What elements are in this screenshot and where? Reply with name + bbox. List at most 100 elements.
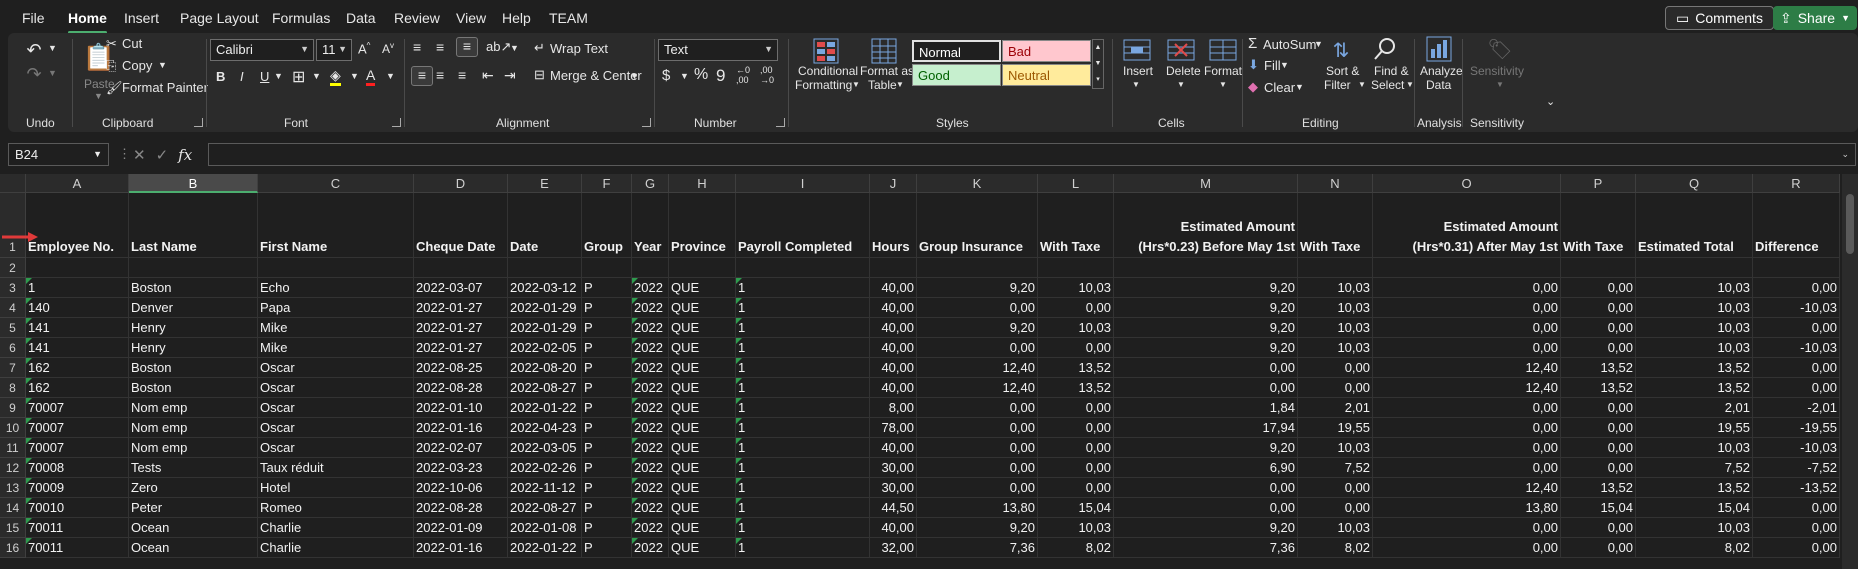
column-header-o[interactable]: O: [1373, 174, 1561, 193]
table-cell[interactable]: 13,52: [1636, 478, 1753, 498]
table-cell[interactable]: P: [582, 358, 632, 378]
table-cell[interactable]: 13,52: [1561, 378, 1636, 398]
header-cell[interactable]: Cheque Date: [414, 193, 508, 258]
empty-cell[interactable]: [414, 258, 508, 278]
redo-dropdown-icon[interactable]: ▼: [48, 68, 57, 78]
table-cell[interactable]: 1: [736, 398, 870, 418]
table-cell[interactable]: Oscar: [258, 438, 414, 458]
sensitivity-button[interactable]: Sensitivity: [1470, 64, 1524, 78]
table-cell[interactable]: 0,00: [917, 398, 1038, 418]
increase-indent-icon[interactable]: ⇥: [504, 67, 516, 84]
table-cell[interactable]: 8,00: [870, 398, 917, 418]
table-cell[interactable]: 10,03: [1636, 338, 1753, 358]
analyze-data-label-2[interactable]: Data: [1426, 78, 1451, 92]
increase-font-icon[interactable]: A^: [358, 41, 370, 56]
table-cell[interactable]: 0,00: [1298, 498, 1373, 518]
align-left-icon[interactable]: ≡: [411, 66, 433, 86]
chevron-down-icon[interactable]: ▼: [896, 80, 904, 89]
table-cell[interactable]: Henry: [129, 318, 258, 338]
table-cell[interactable]: 13,52: [1636, 358, 1753, 378]
row-header-11[interactable]: 11: [0, 438, 26, 458]
empty-cell[interactable]: [1373, 258, 1561, 278]
enter-icon[interactable]: ✓: [156, 146, 169, 164]
table-cell[interactable]: 2022-01-10: [414, 398, 508, 418]
fill-button[interactable]: Fill: [1264, 58, 1281, 73]
table-cell[interactable]: 1,84: [1114, 398, 1298, 418]
table-cell[interactable]: QUE: [669, 478, 736, 498]
table-cell[interactable]: Boston: [129, 358, 258, 378]
table-cell[interactable]: P: [582, 498, 632, 518]
table-cell[interactable]: 2022: [632, 338, 669, 358]
table-cell[interactable]: 0,00: [917, 438, 1038, 458]
table-cell[interactable]: -2,01: [1753, 398, 1840, 418]
table-cell[interactable]: 0,00: [1561, 438, 1636, 458]
table-cell[interactable]: 2022-02-05: [508, 338, 582, 358]
table-cell[interactable]: QUE: [669, 538, 736, 558]
table-cell[interactable]: 13,52: [1038, 358, 1114, 378]
table-cell[interactable]: 0,00: [1114, 378, 1298, 398]
table-cell[interactable]: Nom emp: [129, 418, 258, 438]
table-cell[interactable]: Echo: [258, 278, 414, 298]
row-header-9[interactable]: 9: [0, 398, 26, 418]
table-cell[interactable]: P: [582, 338, 632, 358]
row-header-12[interactable]: 12: [0, 458, 26, 478]
menu-page-layout[interactable]: Page Layout: [180, 10, 259, 26]
table-cell[interactable]: 70009: [26, 478, 129, 498]
vertical-scrollbar[interactable]: [1842, 174, 1858, 569]
table-cell[interactable]: 2022-11-12: [508, 478, 582, 498]
chevron-down-icon[interactable]: ▼: [1358, 80, 1366, 89]
table-cell[interactable]: 1: [736, 438, 870, 458]
table-cell[interactable]: 78,00: [870, 418, 917, 438]
menu-insert[interactable]: Insert: [124, 10, 159, 26]
table-cell[interactable]: 2022-01-22: [508, 398, 582, 418]
table-cell[interactable]: QUE: [669, 338, 736, 358]
table-cell[interactable]: 0,00: [1561, 418, 1636, 438]
table-cell[interactable]: 0,00: [1753, 318, 1840, 338]
table-cell[interactable]: 0,00: [1298, 358, 1373, 378]
align-center-icon[interactable]: ≡: [436, 67, 444, 83]
table-cell[interactable]: 0,00: [1373, 418, 1561, 438]
table-cell[interactable]: 10,03: [1636, 518, 1753, 538]
table-cell[interactable]: QUE: [669, 378, 736, 398]
find-select-label-2[interactable]: Select: [1371, 78, 1404, 92]
table-cell[interactable]: QUE: [669, 438, 736, 458]
table-cell[interactable]: Hotel: [258, 478, 414, 498]
table-cell[interactable]: 1: [736, 278, 870, 298]
table-cell[interactable]: 13,80: [917, 498, 1038, 518]
header-cell[interactable]: With Taxe: [1038, 193, 1114, 258]
table-cell[interactable]: 19,55: [1298, 418, 1373, 438]
column-header-h[interactable]: H: [669, 174, 736, 193]
empty-cell[interactable]: [917, 258, 1038, 278]
column-header-i[interactable]: I: [736, 174, 870, 193]
table-cell[interactable]: 12,40: [917, 358, 1038, 378]
chevron-down-icon[interactable]: ▼: [350, 71, 359, 81]
chevron-down-icon[interactable]: ▼: [630, 71, 639, 81]
table-cell[interactable]: Peter: [129, 498, 258, 518]
table-cell[interactable]: 70007: [26, 398, 129, 418]
menu-file[interactable]: File: [22, 10, 45, 26]
cancel-icon[interactable]: ✕: [133, 146, 146, 164]
format-cells-icon[interactable]: [1208, 37, 1238, 63]
table-cell[interactable]: 1: [736, 418, 870, 438]
analyze-data-icon[interactable]: [1424, 35, 1454, 63]
collapse-ribbon-icon[interactable]: ⌄: [1546, 95, 1555, 108]
empty-cell[interactable]: [1038, 258, 1114, 278]
empty-cell[interactable]: [870, 258, 917, 278]
chevron-down-icon[interactable]: ▼: [510, 43, 519, 53]
row-header-5[interactable]: 5: [0, 318, 26, 338]
table-cell[interactable]: P: [582, 378, 632, 398]
italic-icon[interactable]: I: [240, 69, 244, 84]
table-cell[interactable]: 40,00: [870, 378, 917, 398]
table-cell[interactable]: -13,52: [1753, 478, 1840, 498]
table-cell[interactable]: 2022-03-23: [414, 458, 508, 478]
table-cell[interactable]: 0,00: [1038, 298, 1114, 318]
table-cell[interactable]: 0,00: [1561, 398, 1636, 418]
table-cell[interactable]: 141: [26, 318, 129, 338]
header-cell[interactable]: Year: [632, 193, 669, 258]
chevron-down-icon[interactable]: ▼: [274, 71, 283, 81]
expand-formula-icon[interactable]: ⌄: [1841, 149, 1849, 160]
chevron-down-icon[interactable]: ▼: [94, 91, 103, 101]
table-cell[interactable]: 10,03: [1298, 278, 1373, 298]
table-cell[interactable]: Charlie: [258, 518, 414, 538]
format-as-table-icon[interactable]: [870, 37, 898, 65]
